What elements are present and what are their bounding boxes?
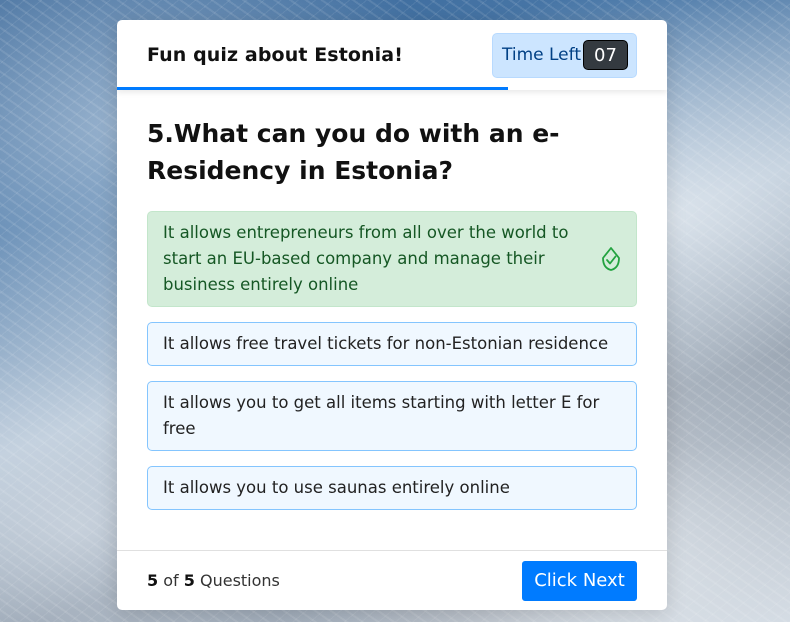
- total-question-number: 5: [183, 571, 195, 590]
- question-counter: 5 of 5 Questions: [147, 571, 280, 590]
- quiz-header: Fun quiz about Estonia! Time Left 07: [117, 20, 667, 90]
- option-text: It allows you to use saunas entirely onl…: [163, 478, 510, 497]
- question-section: 5.What can you do with an e-Residency in…: [117, 115, 667, 510]
- quiz-footer: 5 of 5 Questions Click Next: [117, 550, 667, 610]
- counter-questions-word: Questions: [199, 571, 280, 590]
- question-text: 5.What can you do with an e-Residency in…: [147, 119, 560, 185]
- quiz-box: Fun quiz about Estonia! Time Left 07 5.W…: [117, 20, 667, 610]
- option-text: It allows free travel tickets for non-Es…: [163, 334, 609, 353]
- timer-seconds: 07: [583, 40, 628, 70]
- check-circle-icon: [601, 246, 621, 272]
- option-text: It allows you to get all items starting …: [163, 393, 600, 438]
- next-button[interactable]: Click Next: [522, 560, 637, 601]
- quiz-title: Fun quiz about Estonia!: [147, 44, 403, 66]
- time-progress-line: [117, 87, 508, 90]
- counter-of-word: of: [163, 571, 179, 590]
- option-item[interactable]: It allows free travel tickets for non-Es…: [147, 322, 637, 366]
- timer: Time Left 07: [492, 32, 637, 78]
- timer-label: Time Left: [502, 45, 581, 65]
- current-question-number: 5: [147, 571, 159, 590]
- option-item[interactable]: It allows you to get all items starting …: [147, 381, 637, 451]
- option-text: It allows entrepreneurs from all over th…: [163, 223, 569, 294]
- option-list: It allows entrepreneurs from all over th…: [147, 211, 637, 510]
- option-correct[interactable]: It allows entrepreneurs from all over th…: [147, 211, 637, 307]
- option-item[interactable]: It allows you to use saunas entirely onl…: [147, 466, 637, 510]
